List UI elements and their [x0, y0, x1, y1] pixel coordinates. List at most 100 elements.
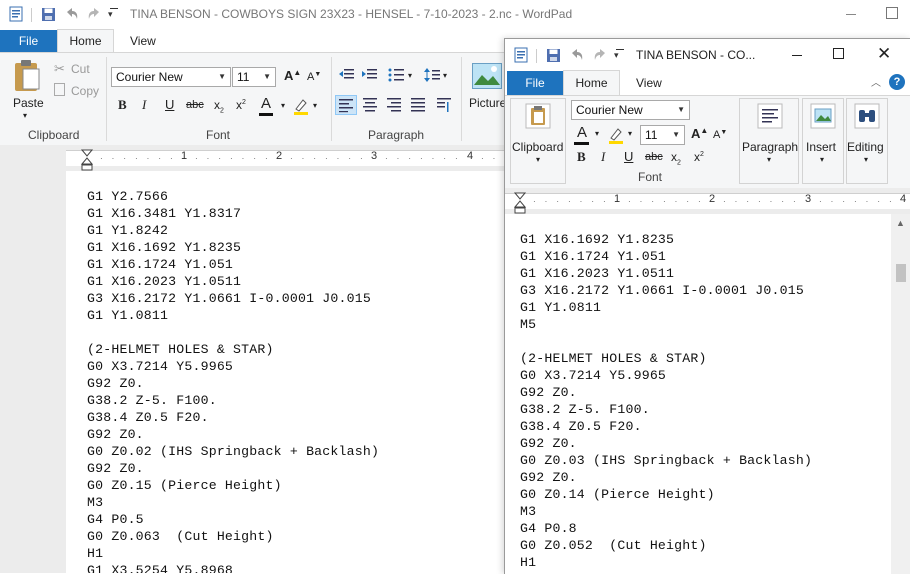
highlight-icon[interactable]	[608, 126, 624, 147]
code-line: G1 X16.1692 Y1.8235	[87, 240, 242, 255]
clipboard-group-button[interactable]: Clipboard ▾	[510, 98, 566, 184]
italic-button[interactable]: I	[142, 97, 146, 113]
font-size-select[interactable]: 11 ▼	[640, 125, 685, 145]
subscript-button[interactable]: x2	[671, 150, 681, 166]
code-line: H1	[520, 555, 537, 570]
copy-icon[interactable]	[54, 83, 65, 96]
binoculars-icon	[854, 103, 880, 132]
qat-dropdown[interactable]: ▾	[108, 9, 113, 20]
code-line: G0 X3.7214 Y5.9965	[87, 359, 234, 374]
editing-label: Editing	[847, 140, 884, 154]
wordpad-icon[interactable]	[514, 47, 528, 66]
back-tab-file[interactable]: File	[0, 30, 57, 52]
front-tab-view[interactable]: View	[636, 76, 662, 90]
collapse-ribbon-icon[interactable]: ︿	[871, 74, 881, 89]
clipboard-group-label: Clipboard	[28, 128, 80, 142]
redo-icon[interactable]	[592, 47, 608, 66]
minimize-icon[interactable]	[792, 55, 802, 56]
code-line: M3	[87, 495, 104, 510]
font-name-select[interactable]: Courier New ▼	[571, 100, 690, 120]
superscript-button[interactable]: x2	[694, 150, 704, 164]
font-size-select[interactable]: 11 ▼	[232, 67, 276, 87]
decrease-indent-icon[interactable]	[339, 68, 355, 85]
line-spacing-icon[interactable]	[424, 67, 440, 86]
paste-icon[interactable]	[12, 59, 42, 96]
strikethrough-button[interactable]: abc	[186, 99, 204, 111]
maximize-icon[interactable]	[886, 7, 898, 19]
maximize-icon[interactable]	[833, 48, 844, 59]
close-icon[interactable]: ✕	[877, 44, 891, 64]
cut-icon[interactable]: ✂	[54, 61, 65, 77]
strikethrough-button[interactable]: abc	[645, 151, 663, 163]
ruler-number: 2	[276, 150, 283, 162]
code-line: G92 Z0.	[87, 427, 144, 442]
underline-button[interactable]: U	[624, 149, 633, 164]
italic-button[interactable]: I	[601, 149, 605, 165]
picture-button[interactable]: Picture	[469, 96, 506, 110]
grow-font-button[interactable]: A▲	[284, 68, 301, 83]
underline-button[interactable]: U	[165, 97, 174, 112]
increase-indent-icon[interactable]	[362, 68, 378, 85]
shrink-font-button[interactable]: A▼	[307, 71, 321, 83]
front-tab-home[interactable]: Home	[563, 70, 620, 96]
wordpad-icon[interactable]	[9, 6, 23, 22]
code-line: G0 Z0.052 (Cut Height)	[520, 538, 707, 553]
insert-label: Insert	[806, 140, 837, 154]
paragraph-settings-icon[interactable]	[436, 97, 452, 116]
shrink-font-button[interactable]: A▼	[713, 129, 727, 141]
ruler-number: 4	[900, 193, 907, 205]
superscript-button[interactable]: x2	[236, 98, 246, 112]
undo-icon[interactable]	[64, 6, 80, 25]
grow-font-button[interactable]: A▲	[691, 126, 708, 141]
code-line: G0 Z0.063 (Cut Height)	[87, 529, 274, 544]
back-tab-home[interactable]: Home	[57, 29, 114, 53]
save-icon[interactable]	[41, 7, 56, 25]
align-left-button[interactable]	[335, 95, 357, 115]
code-line: G1 X16.3481 Y1.8317	[87, 206, 242, 221]
code-line: G1 Y1.8242	[87, 223, 169, 238]
justify-button[interactable]	[410, 97, 426, 116]
paste-button[interactable]: Paste	[13, 96, 44, 110]
font-group-label: Font	[638, 170, 663, 184]
front-document[interactable]: G1 X16.1692 Y1.8235 G1 X16.1724 Y1.051 G1 …	[505, 214, 891, 574]
paragraph-group-button[interactable]: Paragraph ▾	[739, 98, 799, 184]
align-center-button[interactable]	[362, 97, 378, 116]
back-tab-view[interactable]: View	[130, 34, 156, 48]
vertical-scrollbar[interactable]: ▲	[891, 214, 910, 574]
code-line: G0 Z0.02 (IHS Springback + Backlash)	[87, 444, 380, 459]
bullets-icon[interactable]	[388, 68, 404, 85]
back-document[interactable]: G1 Y2.7566 G1 X16.3481 Y1.8317 G1 Y1.8242 G…	[66, 171, 506, 573]
bold-button[interactable]: B	[577, 149, 586, 165]
redo-icon[interactable]	[86, 6, 102, 25]
editing-group-button[interactable]: Editing ▾	[846, 98, 888, 184]
code-line: G38.4 Z0.5 F20.	[87, 410, 209, 425]
save-icon[interactable]	[546, 48, 561, 66]
code-line: G1 X16.1692 Y1.8235	[520, 232, 675, 247]
help-icon[interactable]: ?	[889, 74, 905, 90]
picture-icon[interactable]	[472, 63, 502, 92]
minimize-icon[interactable]	[846, 14, 856, 15]
ruler-number: 4	[467, 150, 474, 162]
font-color-button[interactable]: A	[577, 124, 587, 141]
qat-dropdown[interactable]: ▾	[614, 50, 619, 61]
code-line: G3 X16.2172 Y1.0661 I-0.0001 J0.015	[87, 291, 371, 306]
subscript-button[interactable]: x2	[214, 98, 224, 114]
code-line: G0 Z0.14 (Pierce Height)	[520, 487, 715, 502]
scroll-thumb[interactable]	[896, 264, 906, 282]
code-line: G1 X16.1724 Y1.051	[520, 249, 667, 264]
code-line: G1 Y1.0811	[520, 300, 602, 315]
insert-group-button[interactable]: Insert ▾	[802, 98, 844, 184]
front-tab-file[interactable]: File	[507, 71, 563, 95]
highlight-icon[interactable]	[293, 97, 309, 118]
undo-icon[interactable]	[569, 47, 585, 66]
align-right-button[interactable]	[386, 97, 402, 116]
front-window-title: TINA BENSON - CO...	[636, 48, 756, 62]
code-line: G92 Z0.	[520, 470, 577, 485]
code-line: (2-HELMET HOLES & STAR)	[520, 351, 707, 366]
copy-button[interactable]: Copy	[71, 84, 99, 98]
font-name-select[interactable]: Courier New ▼	[111, 67, 231, 87]
cut-button[interactable]: Cut	[71, 62, 90, 76]
scroll-up-arrow[interactable]: ▲	[896, 218, 905, 228]
bold-button[interactable]: B	[118, 97, 127, 113]
font-color-button[interactable]: A	[261, 95, 271, 112]
